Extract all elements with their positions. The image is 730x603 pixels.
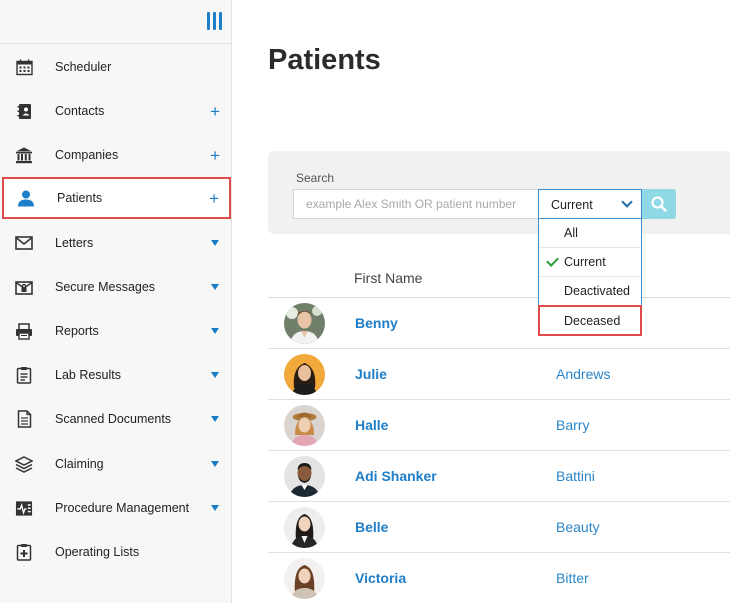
avatar bbox=[284, 456, 325, 497]
avatar bbox=[284, 303, 325, 344]
sidebar-item-letters[interactable]: Letters bbox=[0, 223, 232, 263]
avatar bbox=[284, 354, 325, 395]
table-row[interactable]: Halle Barry bbox=[268, 400, 730, 451]
option-label: Current bbox=[564, 255, 606, 269]
expand-caret-icon[interactable] bbox=[211, 461, 219, 467]
document-icon bbox=[15, 410, 33, 428]
sidebar-item-scheduler[interactable]: Scheduler bbox=[0, 47, 232, 87]
patient-last-name[interactable]: Barry bbox=[556, 417, 589, 433]
sidebar-item-operating-lists[interactable]: Operating Lists bbox=[0, 532, 232, 572]
patient-last-name[interactable]: Battini bbox=[556, 468, 595, 484]
printer-icon bbox=[15, 322, 33, 340]
status-option-deactivated[interactable]: Deactivated bbox=[539, 277, 641, 306]
sidebar-item-label: Scheduler bbox=[55, 60, 112, 74]
table-row[interactable]: Belle Beauty bbox=[268, 502, 730, 553]
patient-first-name[interactable]: Adi Shanker bbox=[355, 468, 437, 484]
expand-caret-icon[interactable] bbox=[211, 240, 219, 246]
add-contact-button[interactable]: + bbox=[210, 103, 220, 120]
expand-caret-icon[interactable] bbox=[211, 505, 219, 511]
sidebar-item-patients[interactable]: Patients + bbox=[2, 177, 231, 219]
status-filter-value: Current bbox=[551, 198, 593, 212]
contacts-book-icon bbox=[15, 102, 33, 120]
sidebar-item-label: Claiming bbox=[55, 457, 104, 471]
medical-clipboard-icon bbox=[15, 543, 33, 561]
patient-first-name[interactable]: Victoria bbox=[355, 570, 406, 586]
avatar bbox=[284, 405, 325, 446]
sidebar-item-label: Procedure Management bbox=[55, 501, 190, 515]
sidebar-item-label: Patients bbox=[57, 191, 103, 205]
search-icon bbox=[651, 196, 667, 212]
patient-first-name[interactable]: Belle bbox=[355, 519, 388, 535]
sidebar-item-secure-messages[interactable]: Secure Messages bbox=[0, 267, 232, 307]
status-option-all[interactable]: All bbox=[539, 219, 641, 248]
add-company-button[interactable]: + bbox=[210, 147, 220, 164]
patient-first-name[interactable]: Halle bbox=[355, 417, 388, 433]
avatar bbox=[284, 507, 325, 548]
secure-mail-icon bbox=[15, 278, 33, 296]
search-button[interactable] bbox=[642, 189, 676, 219]
patient-first-name[interactable]: Benny bbox=[355, 315, 398, 331]
sidebar-item-companies[interactable]: Companies + bbox=[0, 135, 232, 175]
sidebar-item-lab-results[interactable]: Lab Results bbox=[0, 355, 232, 395]
avatar bbox=[284, 558, 325, 599]
status-filter-dropdown: All Current Deactivated Deceased bbox=[538, 219, 642, 336]
add-patient-button[interactable]: + bbox=[209, 190, 219, 207]
sidebar-item-label: Reports bbox=[55, 324, 99, 338]
sidebar-item-label: Companies bbox=[55, 148, 119, 162]
layers-icon bbox=[15, 455, 33, 473]
expand-caret-icon[interactable] bbox=[211, 372, 219, 378]
table-row[interactable]: Adi Shanker Battini bbox=[268, 451, 730, 502]
table-row[interactable]: Benny bbox=[268, 298, 730, 349]
clipboard-icon bbox=[15, 366, 33, 384]
chevron-down-icon bbox=[621, 196, 633, 208]
status-filter-select[interactable]: Current bbox=[538, 189, 642, 219]
option-label: Deactivated bbox=[564, 284, 631, 298]
sidebar-item-contacts[interactable]: Contacts + bbox=[0, 91, 232, 131]
envelope-icon bbox=[15, 234, 33, 252]
sidebar-item-label: Contacts bbox=[55, 104, 105, 118]
page-title: Patients bbox=[268, 44, 381, 76]
status-option-current[interactable]: Current bbox=[539, 248, 641, 277]
sidebar-toggle-icon[interactable] bbox=[207, 12, 223, 32]
bank-building-icon bbox=[15, 146, 33, 164]
search-input[interactable] bbox=[293, 189, 539, 219]
table-row[interactable]: Julie Andrews bbox=[268, 349, 730, 400]
expand-caret-icon[interactable] bbox=[211, 284, 219, 290]
sidebar-item-procedure-management[interactable]: Procedure Management bbox=[0, 488, 232, 528]
procedure-chart-icon bbox=[15, 499, 33, 517]
option-label: All bbox=[564, 226, 578, 240]
patient-first-name[interactable]: Julie bbox=[355, 366, 387, 382]
sidebar-item-label: Secure Messages bbox=[55, 280, 156, 294]
search-label: Search bbox=[296, 171, 335, 185]
status-option-deceased[interactable]: Deceased bbox=[538, 305, 642, 336]
sidebar-header bbox=[0, 0, 231, 44]
sidebar-item-label: Operating Lists bbox=[55, 545, 140, 559]
sidebar: Scheduler Contacts + Companies + Patient… bbox=[0, 0, 232, 603]
sidebar-item-label: Lab Results bbox=[55, 368, 122, 382]
sidebar-item-scanned-documents[interactable]: Scanned Documents bbox=[0, 399, 232, 439]
patient-last-name[interactable]: Beauty bbox=[556, 519, 600, 535]
patient-last-name[interactable]: Andrews bbox=[556, 366, 610, 382]
check-icon bbox=[546, 254, 559, 267]
table-row[interactable]: Victoria Bitter bbox=[268, 553, 730, 603]
person-icon bbox=[17, 189, 35, 207]
sidebar-item-label: Scanned Documents bbox=[55, 412, 172, 426]
option-label: Deceased bbox=[564, 313, 621, 328]
sidebar-item-label: Letters bbox=[55, 236, 94, 250]
calendar-icon bbox=[15, 58, 33, 76]
column-header-first-name[interactable]: First Name bbox=[354, 270, 422, 286]
expand-caret-icon[interactable] bbox=[211, 416, 219, 422]
search-panel: Search Current bbox=[268, 151, 730, 234]
patient-last-name[interactable]: Bitter bbox=[556, 570, 589, 586]
sidebar-item-claiming[interactable]: Claiming bbox=[0, 444, 232, 484]
sidebar-item-reports[interactable]: Reports bbox=[0, 311, 232, 351]
expand-caret-icon[interactable] bbox=[211, 328, 219, 334]
